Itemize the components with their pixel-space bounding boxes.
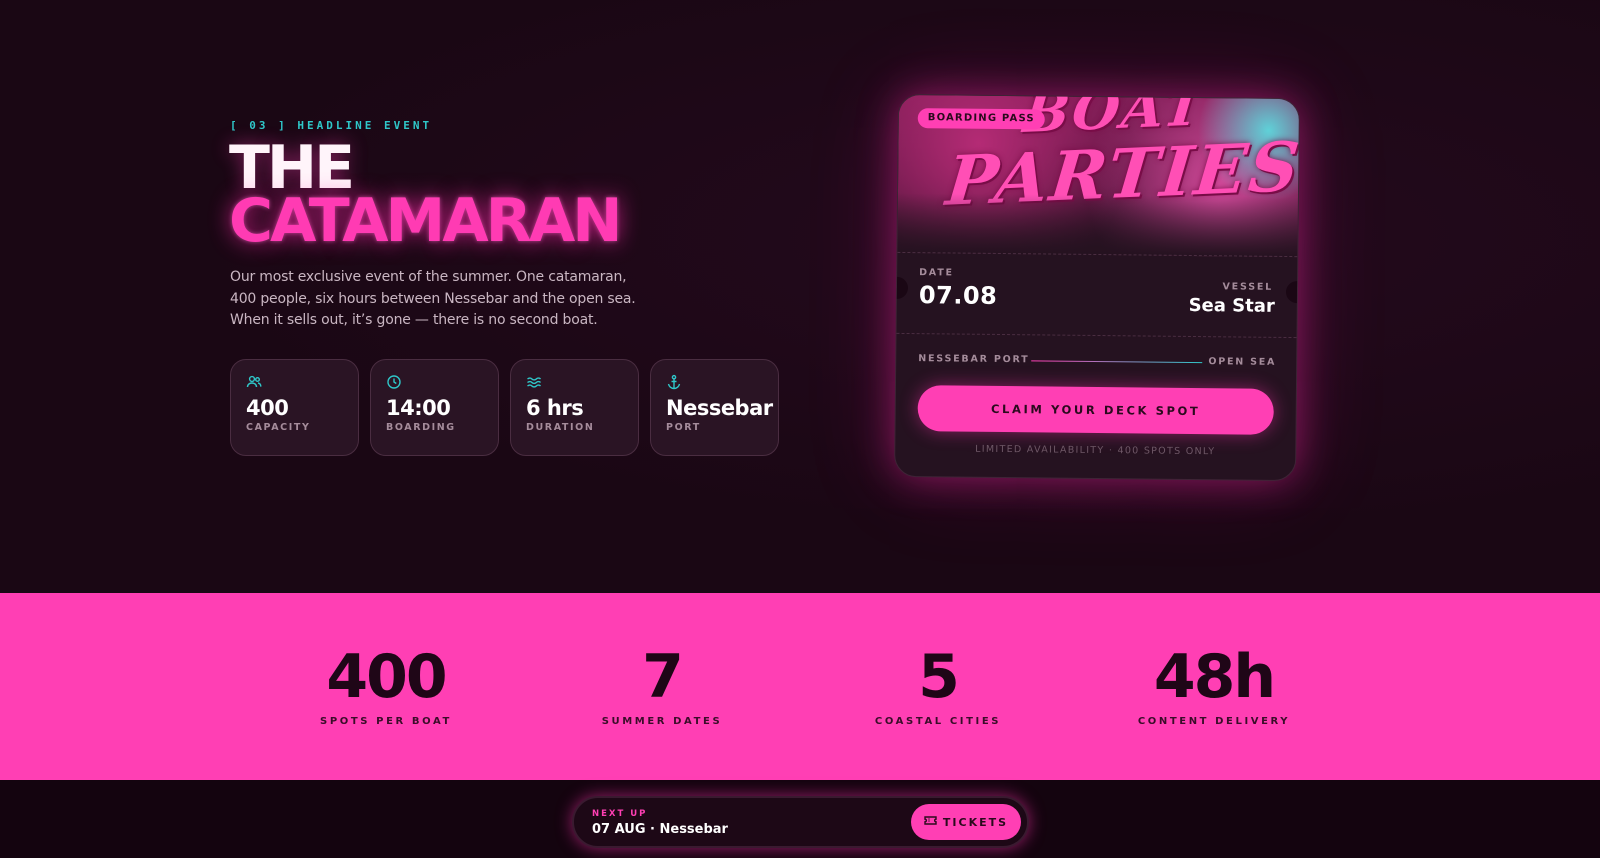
stat-card-duration: 6 hrs DURATION	[510, 359, 639, 456]
anchor-icon	[666, 374, 682, 390]
route: NESSEBAR PORT OPEN SEA	[918, 353, 1276, 371]
band-stat-value: 7	[642, 642, 684, 712]
stat-card-capacity: 400 CAPACITY	[230, 359, 359, 456]
event-date: 07.08	[918, 281, 998, 310]
band-stat-value: 5	[918, 642, 960, 712]
ticket-body: BOAT PARTIES BOARDING PASS DATE 07.08 VE…	[894, 93, 1300, 482]
band-stat-label: CONTENT DELIVERY	[1137, 716, 1291, 727]
route-line	[1031, 360, 1203, 364]
stat-label: BOARDING	[386, 422, 456, 433]
claim-deck-spot-button[interactable]: CLAIM YOUR DECK SPOT	[917, 385, 1274, 435]
stat-value: Nessebar	[666, 396, 773, 420]
tickets-button-label: TICKETS	[942, 815, 1009, 829]
stat-card-boarding: 14:00 BOARDING	[370, 359, 499, 456]
boarding-pass-badge: BOARDING PASS	[917, 108, 1045, 130]
title-line-2: CATAMARAN	[229, 186, 623, 256]
date-label: DATE	[919, 267, 954, 279]
ticket-icon	[924, 815, 937, 829]
bottom-bar: NEXT UP 07 AUG · Nessebar TICKETS	[0, 780, 1600, 858]
band-stat-dates: 7 SUMMER DATES	[542, 645, 782, 727]
ticket-notch-right	[1285, 280, 1300, 304]
stat-value: 6 hrs	[526, 396, 584, 420]
ticket-notch-left	[894, 276, 909, 300]
band-stat-content: 48h CONTENT DELIVERY	[1094, 645, 1334, 727]
band-stat-label: COASTAL CITIES	[874, 716, 1002, 727]
stat-value: 14:00	[386, 396, 451, 420]
band-stat-label: SUMMER DATES	[601, 716, 723, 727]
hero-section: [ 03 ] HEADLINE EVENT THE CATAMARAN Our …	[0, 0, 1600, 593]
clock-icon	[386, 374, 402, 390]
stat-label: PORT	[666, 422, 701, 433]
band-stat-value: 48h	[1153, 642, 1276, 712]
page: [ 03 ] HEADLINE EVENT THE CATAMARAN Our …	[0, 0, 1600, 858]
tickets-button[interactable]: TICKETS	[911, 804, 1021, 840]
stat-value: 400	[246, 396, 289, 420]
perforation-divider	[896, 332, 1297, 339]
vessel-label: VESSEL	[1222, 281, 1274, 293]
band-stat-cities: 5 COASTAL CITIES	[818, 645, 1058, 727]
stat-cards: 400 CAPACITY 14:00 BOARDING 6 hrs DURATI…	[230, 359, 779, 456]
band-stat-value: 400	[326, 642, 447, 712]
route-from: NESSEBAR PORT	[918, 353, 1030, 366]
stat-card-port: Nessebar PORT	[650, 359, 779, 456]
eyebrow-label: [ 03 ] HEADLINE EVENT	[230, 119, 433, 132]
availability-note: LIMITED AVAILABILITY · 400 SPOTS ONLY	[975, 443, 1216, 458]
page-title: THE CATAMARAN	[229, 138, 623, 256]
boarding-pass-card: BOAT PARTIES BOARDING PASS DATE 07.08 VE…	[894, 93, 1300, 482]
route-to: OPEN SEA	[1208, 356, 1277, 368]
next-up-label: NEXT UP	[592, 809, 648, 819]
stat-label: DURATION	[526, 422, 595, 433]
stats-band: 400 SPOTS PER BOAT 7 SUMMER DATES 5 COAS…	[0, 593, 1600, 780]
next-up-pill: NEXT UP 07 AUG · Nessebar TICKETS	[572, 796, 1029, 848]
waves-icon	[526, 374, 542, 390]
event-description: Our most exclusive event of the summer. …	[230, 269, 636, 328]
band-stat-label: SPOTS PER BOAT	[320, 716, 452, 727]
band-stat-spots: 400 SPOTS PER BOAT	[266, 645, 506, 727]
stat-label: CAPACITY	[246, 422, 311, 433]
boat-parties-image: BOAT PARTIES BOARDING PASS	[897, 94, 1300, 258]
users-icon	[246, 374, 262, 390]
next-up-value: 07 AUG · Nessebar	[592, 822, 728, 837]
vessel-name: Sea Star	[1188, 294, 1275, 317]
